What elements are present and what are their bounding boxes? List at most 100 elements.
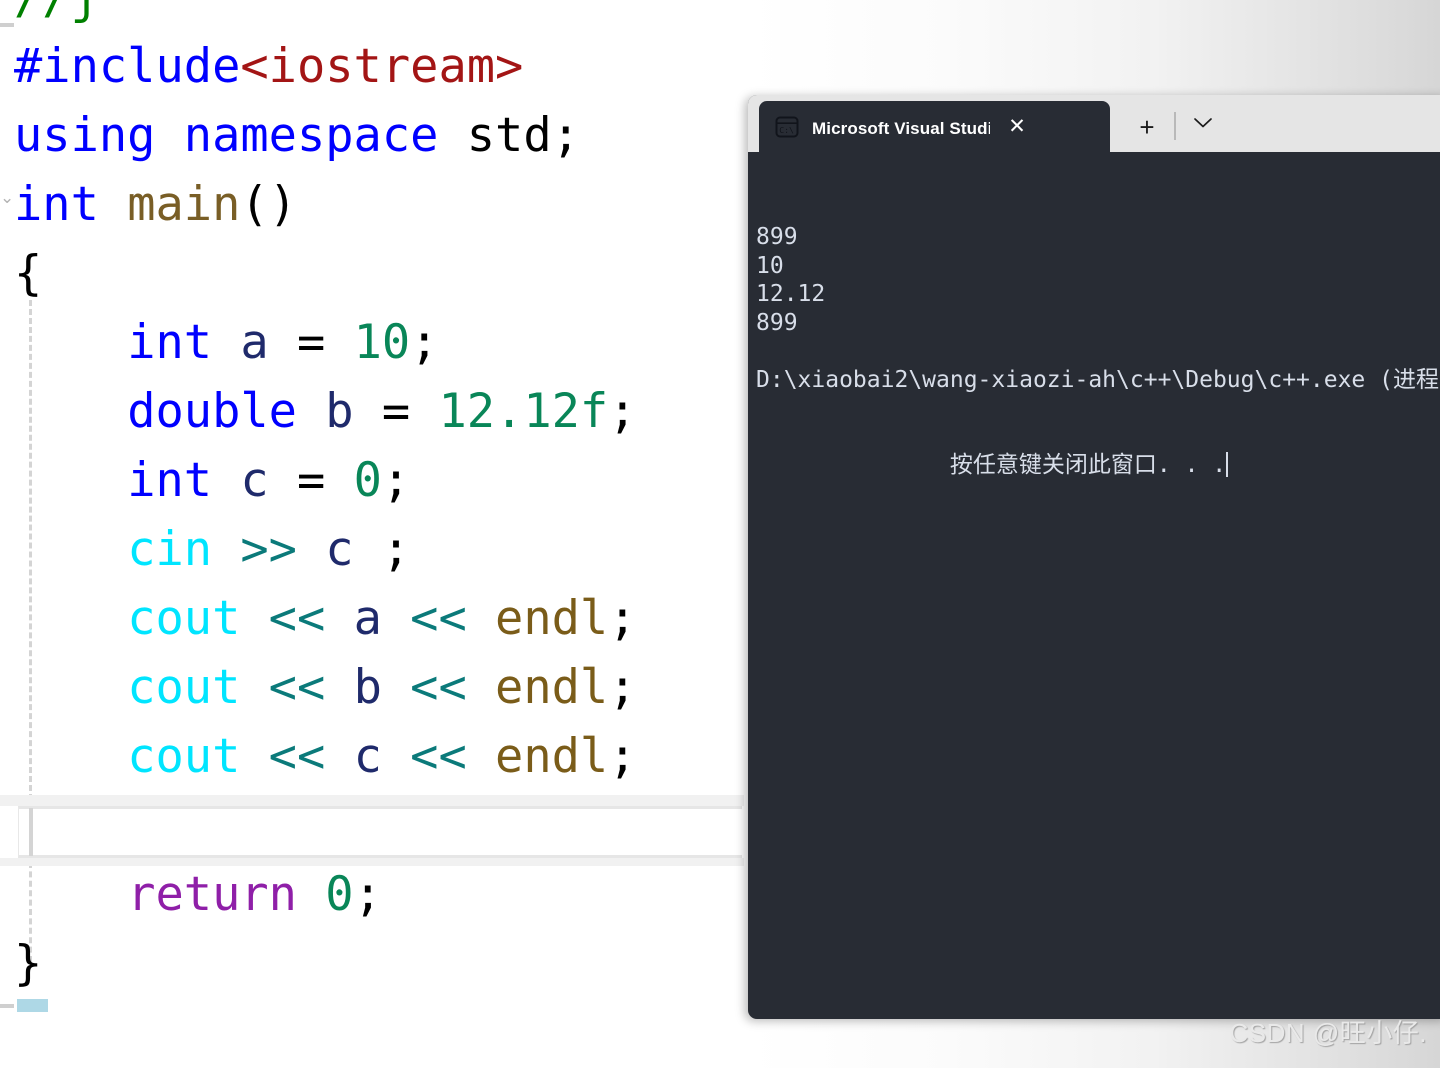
console-output-lines: 899 10 12.12 899 D:\xiaobai2\wang-xiaozi-ah\…: [756, 223, 1440, 394]
code-token: a: [240, 315, 269, 370]
code-line[interactable]: //j: [0, 0, 1440, 32]
divider: [1174, 112, 1176, 140]
console-prompt-line: 按任意键关闭此窗口. . .: [839, 423, 1229, 509]
console-output-line: 10: [756, 252, 784, 279]
code-token: <<: [410, 660, 467, 715]
console-output-line: 899: [756, 224, 798, 250]
code-token: ;: [608, 591, 637, 646]
code-token: c: [353, 729, 382, 784]
code-token: a: [353, 591, 382, 646]
code-token: =: [268, 453, 354, 508]
code-token: (): [240, 177, 297, 232]
code-token: 0: [325, 867, 354, 922]
code-token: int: [127, 453, 213, 508]
debug-console-window[interactable]: C:\ Microsoft Visual Studio 调试控 ✕ + 8991…: [748, 95, 1440, 1019]
code-token: ;: [608, 384, 637, 439]
code-token: ;: [353, 867, 382, 922]
code-token: return: [127, 867, 297, 922]
console-terminal-icon: C:\: [775, 116, 799, 137]
fold-dash-marker: [0, 1004, 14, 1008]
new-tab-button[interactable]: +: [1126, 102, 1168, 152]
svg-text:C:\: C:\: [779, 125, 794, 135]
console-tab-strip[interactable]: C:\ Microsoft Visual Studio 调试控 ✕ +: [748, 95, 1440, 152]
console-output-line: 899: [756, 309, 798, 336]
text-caret: [1226, 452, 1229, 477]
code-token: 12.12f: [438, 384, 609, 439]
code-token: <<: [268, 729, 326, 784]
code-token: endl: [495, 660, 609, 715]
console-tab[interactable]: C:\ Microsoft Visual Studio 调试控 ✕: [759, 101, 1110, 152]
code-token: <<: [268, 591, 326, 646]
text-selection-highlight: [17, 999, 48, 1012]
code-token: b: [353, 660, 382, 715]
code-token: ;: [353, 522, 411, 577]
screen-root: ⌄ //j#include<iostream>using namespace s…: [0, 0, 1440, 1068]
code-token: double: [127, 384, 297, 439]
code-token: endl: [495, 591, 609, 646]
code-line[interactable]: #include<iostream>: [0, 32, 1440, 101]
code-token: {: [14, 246, 43, 301]
code-token: <<: [268, 660, 326, 715]
code-token: #include: [14, 39, 241, 94]
code-token: =: [353, 384, 439, 439]
code-token: }: [14, 936, 43, 991]
code-token: cin: [127, 522, 213, 577]
code-token: ;: [608, 660, 637, 715]
code-token: ;: [381, 453, 411, 508]
code-token: <<: [410, 729, 467, 784]
code-token: <<: [410, 591, 467, 646]
console-output-area[interactable]: 899 10 12.12 899 D:\xiaobai2\wang-xiaozi-ah\…: [748, 152, 1440, 1019]
close-icon[interactable]: ✕: [1000, 110, 1034, 144]
console-output-line: 12.12: [756, 281, 826, 307]
csdn-watermark: CSDN @旺小仔.: [1229, 1018, 1427, 1048]
code-token: 10: [353, 315, 411, 370]
console-prompt-text: 按任意键关闭此窗口. . .: [949, 452, 1227, 478]
chevron-down-icon[interactable]: [1182, 102, 1224, 152]
code-token: c: [240, 453, 269, 508]
code-token: =: [268, 315, 354, 370]
code-token: ;: [410, 315, 439, 370]
code-token: using namespace: [14, 108, 467, 163]
code-token: ;: [608, 729, 637, 784]
code-token: std;: [466, 108, 580, 163]
console-tab-title: Microsoft Visual Studio 调试控: [812, 119, 990, 138]
code-token: 0: [353, 453, 382, 508]
code-token: >>: [240, 522, 297, 577]
code-token: cout: [127, 660, 241, 715]
code-token: endl: [495, 729, 609, 784]
code-token: b: [325, 384, 354, 439]
code-token: c: [325, 522, 354, 577]
code-token: <iostream>: [240, 39, 524, 94]
code-token: main: [127, 177, 241, 232]
code-token: cout: [127, 591, 241, 646]
code-token: //j: [14, 0, 99, 25]
code-token: cout: [127, 729, 241, 784]
code-token: int: [127, 315, 213, 370]
